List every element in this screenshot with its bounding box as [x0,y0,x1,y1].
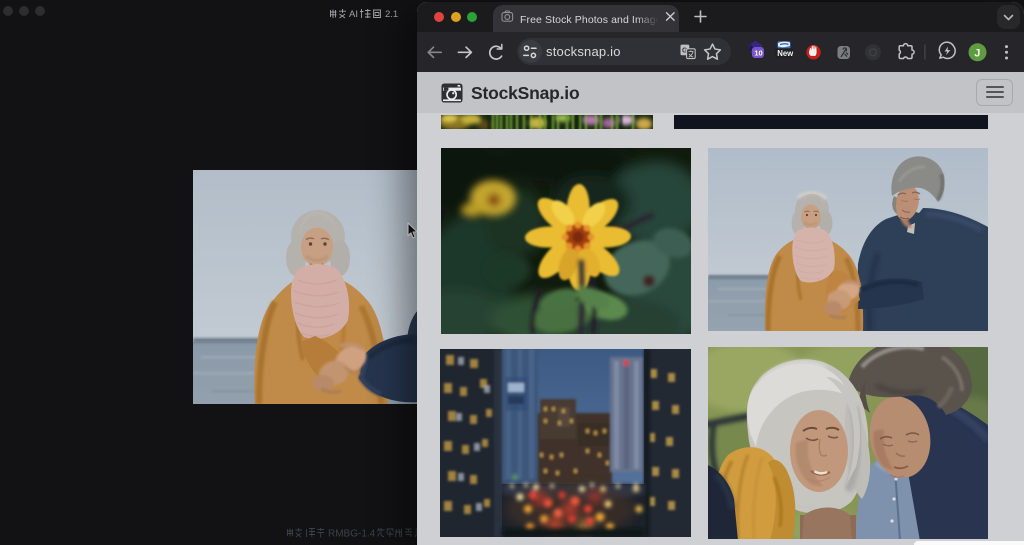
svg-text:RMBG-1.4: RMBG-1.4 [328,529,376,539]
svg-text:AI: AI [349,9,358,19]
svg-text:2.1: 2.1 [385,9,398,19]
svg-text:10: 10 [754,48,762,57]
svg-text:J: J [974,47,980,59]
svg-text:New: New [777,49,794,58]
